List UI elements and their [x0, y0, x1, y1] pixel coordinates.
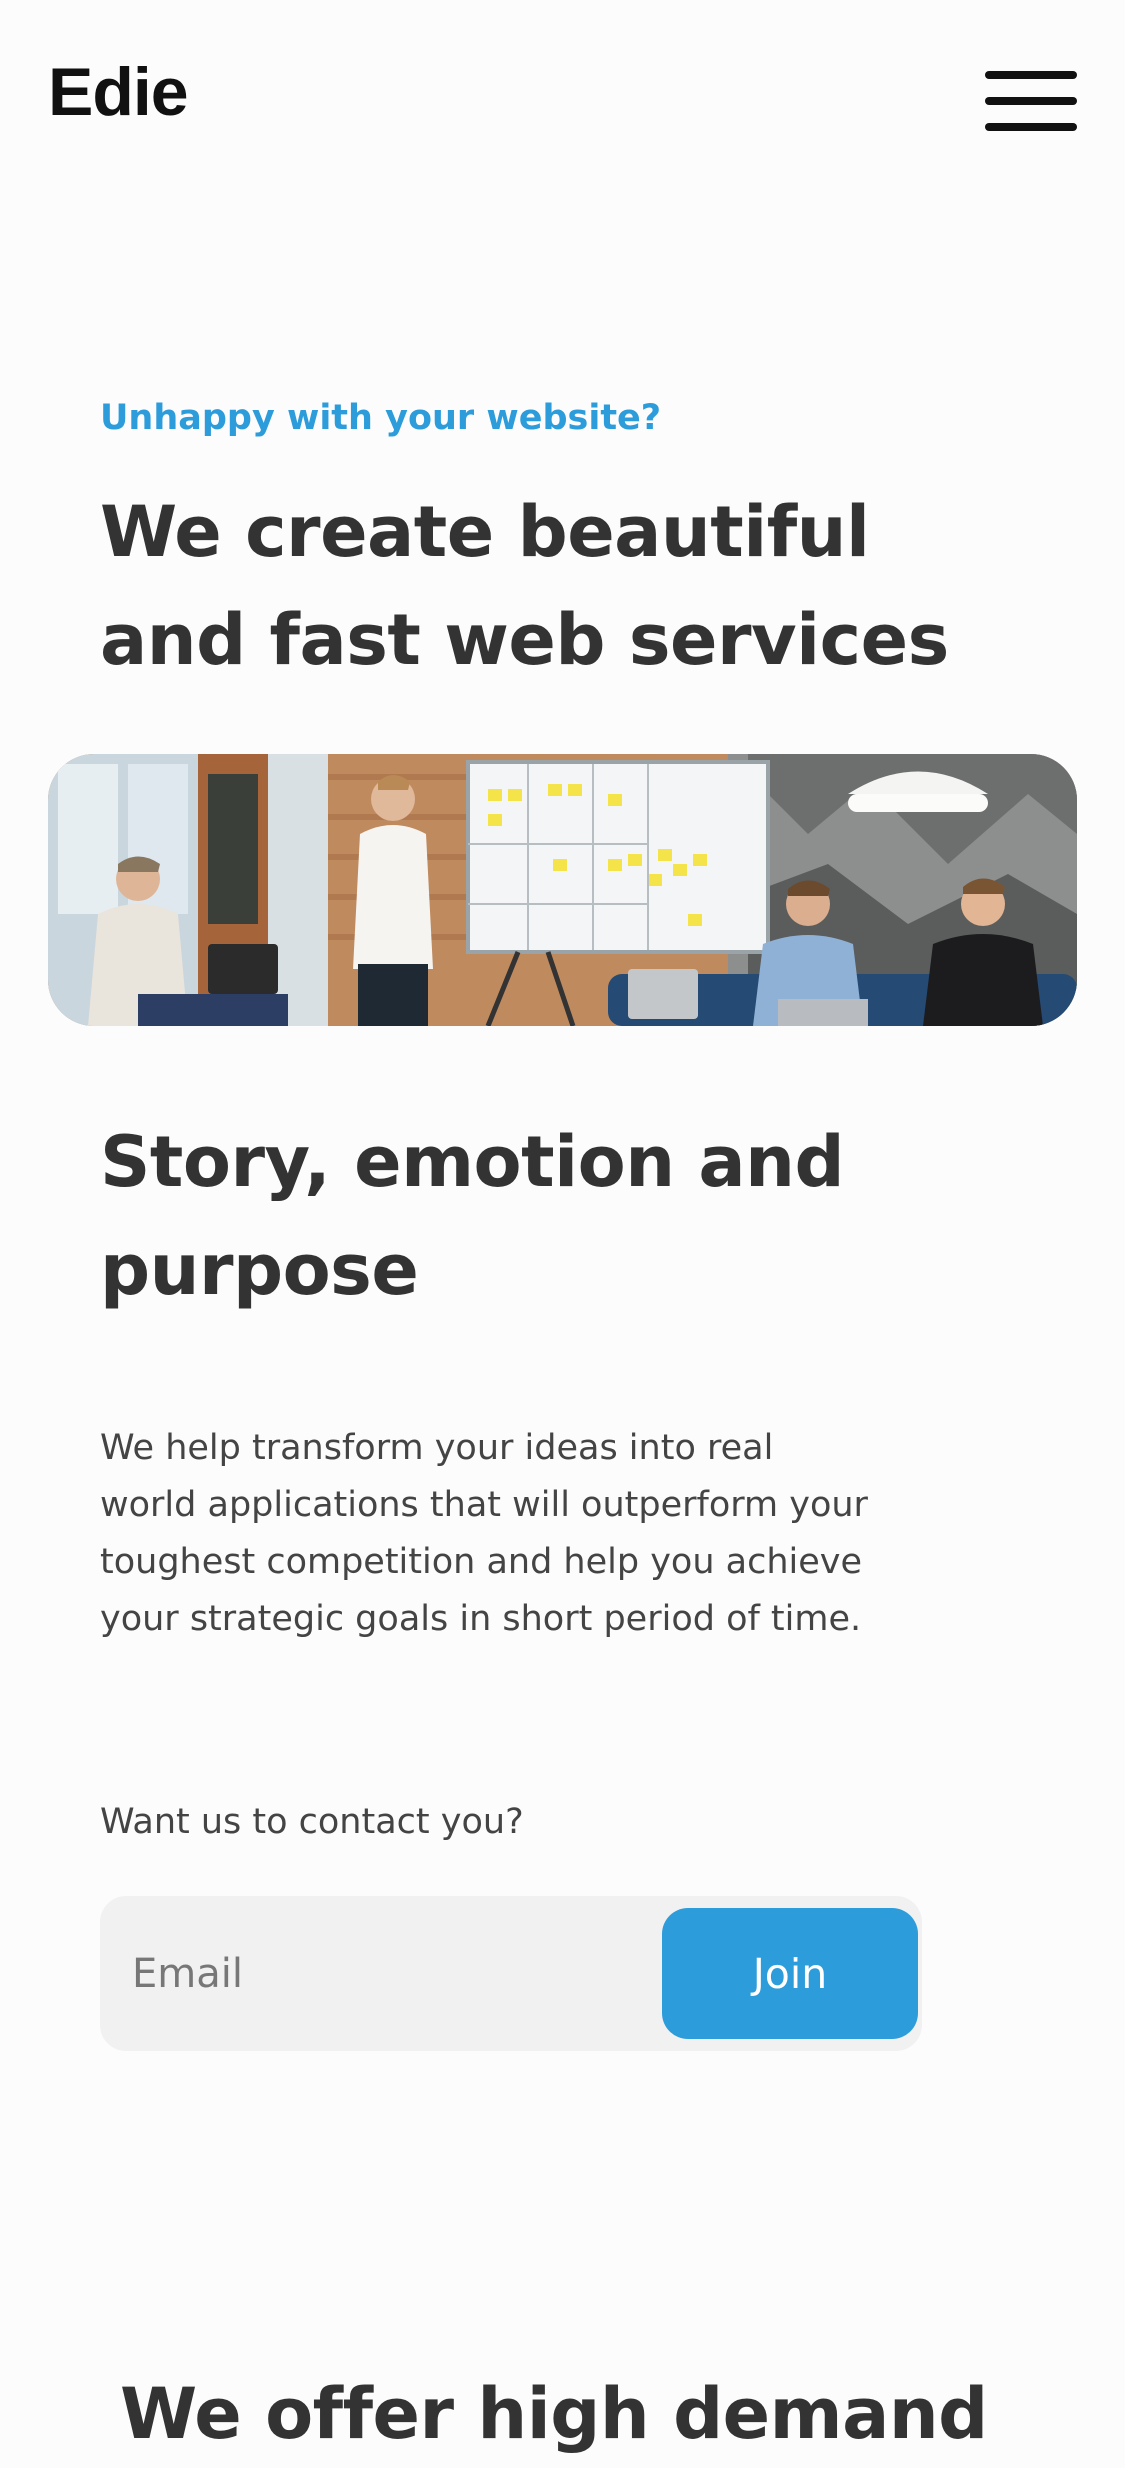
story-title-line: purpose	[100, 1229, 419, 1311]
menu-bar	[985, 123, 1077, 131]
menu-bar	[985, 97, 1077, 105]
hero-title-line: We create beautiful	[100, 491, 870, 573]
services-section-title: We offer high demand	[120, 2373, 988, 2455]
menu-bar	[985, 71, 1077, 79]
story-title-line: Story, emotion and	[100, 1121, 845, 1203]
contact-label: Want us to contact you?	[100, 1802, 524, 1842]
story-title: Story, emotion and purpose	[100, 1108, 1000, 1324]
hero-title-line: and fast web services	[100, 599, 949, 681]
logo[interactable]: Edie	[48, 58, 189, 126]
signup-form: Join	[100, 1896, 922, 2051]
email-input[interactable]	[100, 1896, 660, 2051]
team-meeting-photo	[48, 754, 1077, 1026]
hero-title: We create beautiful and fast web service…	[100, 478, 1000, 694]
story-body: We help transform your ideas into real w…	[100, 1428, 868, 1639]
team-meeting-illustration	[48, 754, 1077, 1026]
join-button[interactable]: Join	[662, 1908, 918, 2039]
hero-eyebrow: Unhappy with your website?	[100, 398, 662, 438]
site-header: Edie	[0, 0, 1125, 200]
hamburger-menu-icon[interactable]	[985, 68, 1077, 134]
